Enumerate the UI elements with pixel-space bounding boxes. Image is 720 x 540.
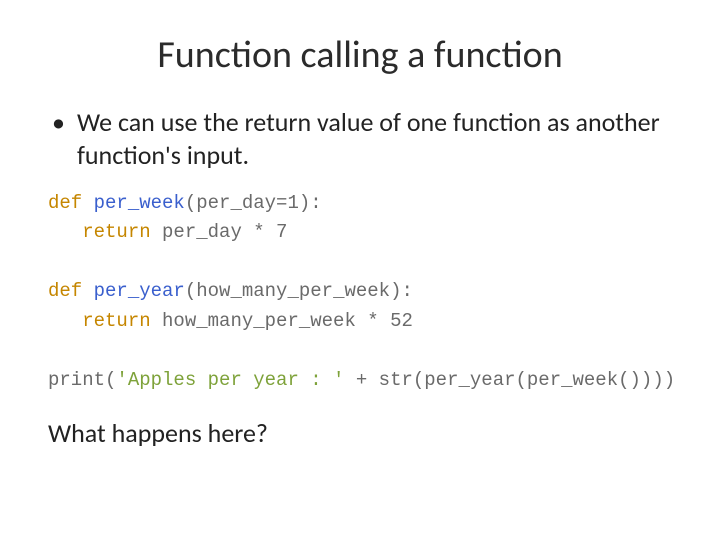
keyword-return: return [48, 310, 151, 332]
code-text: (per_day=1): [185, 192, 322, 214]
keyword-def: def [48, 280, 82, 302]
function-name: per_year [82, 280, 185, 302]
bullet-item: • We can use the return value of one fun… [48, 106, 672, 171]
function-name: per_week [82, 192, 185, 214]
code-block: def per_week(per_day=1): return per_day … [48, 189, 672, 395]
code-text: print( [48, 369, 116, 391]
code-text: per_day * 7 [151, 221, 288, 243]
keyword-def: def [48, 192, 82, 214]
code-text: (how_many_per_week): [185, 280, 413, 302]
question-text: What happens here? [48, 417, 672, 449]
slide-title: Function calling a function [48, 32, 672, 78]
string-literal: 'Apples per year : ' [116, 369, 344, 391]
keyword-return: return [48, 221, 151, 243]
bullet-dot-icon: • [52, 106, 65, 171]
slide: Function calling a function • We can use… [0, 0, 720, 540]
code-text: how_many_per_week * 52 [151, 310, 413, 332]
bullet-text: We can use the return value of one funct… [77, 106, 672, 171]
code-text: + str(per_year(per_week()))) [344, 369, 675, 391]
